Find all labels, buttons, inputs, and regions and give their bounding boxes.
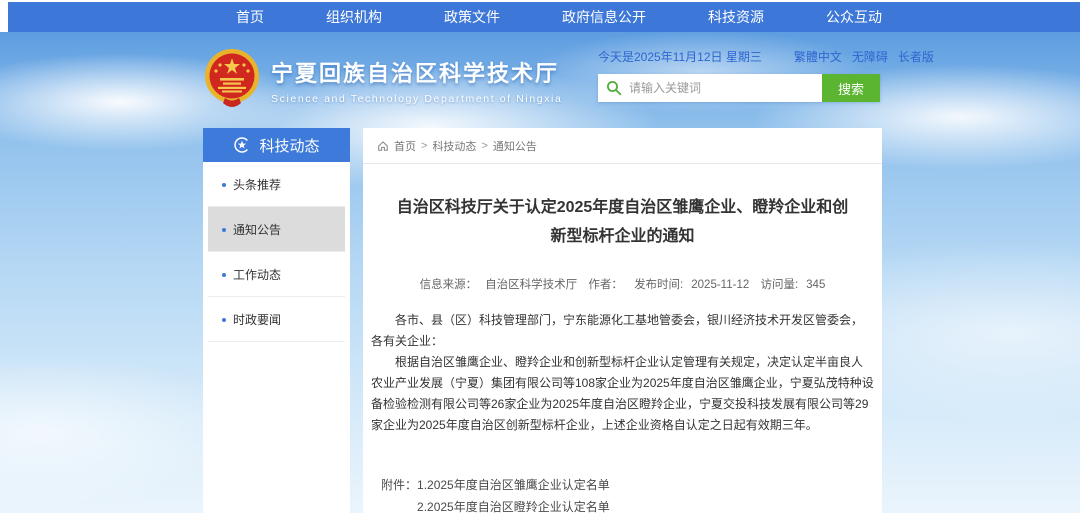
meta-views-label: 访问量: — [760, 279, 798, 291]
nav-item-sci-tech-resources[interactable]: 科技资源 — [708, 7, 764, 27]
top-navigation: 首页 组织机构 政策文件 政府信息公开 科技资源 公众互动 — [8, 2, 1080, 32]
article-panel: 首页 > 科技动态 > 通知公告 自治区科技厅关于认定2025年度自治区雏鹰企业… — [363, 128, 882, 513]
nav-item-gov-info-disclosure[interactable]: 政府信息公开 — [562, 7, 646, 27]
sidebar-title: 科技动态 — [259, 135, 319, 156]
bullet-dot-icon — [222, 228, 226, 232]
breadcrumb-home[interactable]: 首页 — [394, 138, 416, 154]
bullet-dot-icon — [222, 318, 226, 322]
link-elder-version[interactable]: 长者版 — [898, 48, 934, 65]
attachments-label: 附件： — [381, 474, 417, 513]
sidebar-item-label: 通知公告 — [233, 221, 281, 238]
circle-star-icon — [233, 136, 251, 154]
sidebar-item-headlines[interactable]: 头条推荐 — [208, 162, 345, 207]
breadcrumb: 首页 > 科技动态 > 通知公告 — [363, 128, 882, 164]
search-icon — [606, 80, 622, 96]
sidebar: 科技动态 头条推荐 通知公告 工作动态 时政要闻 — [203, 128, 350, 513]
attachments-list: 1.2025年度自治区雏鹰企业认定名单 2.2025年度自治区瞪羚企业认定名单 … — [417, 474, 646, 513]
article-paragraph: 各市、县（区）科技管理部门，宁东能源化工基地管委会，银川经济技术开发区管委会，各… — [371, 310, 874, 352]
breadcrumb-notices[interactable]: 通知公告 — [493, 138, 537, 154]
current-date: 今天是2025年11月12日 星期三 — [598, 48, 762, 65]
site-brand: 宁夏回族自治区科学技术厅 Science and Technology Depa… — [203, 48, 562, 112]
search-box — [598, 74, 822, 102]
brand-text: 宁夏回族自治区科学技术厅 Science and Technology Depa… — [271, 56, 562, 105]
meta-source-value: 自治区科学技术厅 — [485, 279, 577, 291]
sidebar-header: 科技动态 — [203, 128, 350, 162]
sidebar-item-political-news[interactable]: 时政要闻 — [208, 297, 345, 342]
national-emblem-logo — [203, 48, 261, 112]
link-accessibility[interactable]: 无障碍 — [852, 48, 888, 65]
breadcrumb-separator: > — [421, 140, 427, 152]
breadcrumb-sci-trends[interactable]: 科技动态 — [432, 138, 476, 154]
bullet-dot-icon — [222, 183, 226, 187]
meta-time-label: 发布时间: — [634, 279, 683, 291]
search-button[interactable]: 搜索 — [822, 74, 880, 102]
attachments-section: 附件： 1.2025年度自治区雏鹰企业认定名单 2.2025年度自治区瞪羚企业认… — [381, 474, 882, 513]
nav-item-policy-documents[interactable]: 政策文件 — [444, 7, 500, 27]
nav-item-public-interaction[interactable]: 公众互动 — [826, 7, 882, 27]
sidebar-item-work-trends[interactable]: 工作动态 — [208, 252, 345, 297]
bullet-dot-icon — [222, 273, 226, 277]
home-icon — [377, 140, 389, 152]
meta-author-label: 作者： — [588, 279, 623, 291]
site-title: 宁夏回族自治区科学技术厅 — [271, 56, 562, 88]
sidebar-item-label: 时政要闻 — [233, 311, 281, 328]
nav-item-organization[interactable]: 组织机构 — [326, 7, 382, 27]
meta-source-label: 信息来源： — [420, 279, 478, 291]
page-background: 宁夏回族自治区科学技术厅 Science and Technology Depa… — [0, 32, 1080, 513]
article-body: 各市、县（区）科技管理部门，宁东能源化工基地管委会，银川经济技术开发区管委会，各… — [371, 310, 874, 436]
nav-item-home[interactable]: 首页 — [236, 7, 264, 27]
content-area: 科技动态 头条推荐 通知公告 工作动态 时政要闻 — [203, 128, 1080, 513]
utility-links-row: 今天是2025年11月12日 星期三 繁體中文 无障碍 长者版 — [598, 48, 880, 65]
attachment-link-gazelle-list[interactable]: 2.2025年度自治区瞪羚企业认定名单 — [417, 496, 646, 513]
sidebar-item-notices[interactable]: 通知公告 — [208, 207, 345, 252]
sidebar-item-label: 头条推荐 — [233, 176, 281, 193]
article-title: 自治区科技厅关于认定2025年度自治区雏鹰企业、瞪羚企业和创新型标杆企业的通知 — [397, 194, 849, 252]
sidebar-item-label: 工作动态 — [233, 266, 281, 283]
article-paragraph: 根据自治区雏鹰企业、瞪羚企业和创新型标杆企业认定管理有关规定，决定认定半亩良人农… — [371, 352, 874, 436]
meta-views-value: 345 — [806, 279, 825, 291]
article-meta: 信息来源： 自治区科学技术厅 作者： 发布时间: 2025-11-12 访问量: 34… — [363, 276, 882, 292]
breadcrumb-separator: > — [481, 140, 487, 152]
link-traditional-chinese[interactable]: 繁體中文 — [794, 48, 842, 65]
attachment-link-eagle-list[interactable]: 1.2025年度自治区雏鹰企业认定名单 — [417, 474, 646, 496]
site-header: 宁夏回族自治区科学技术厅 Science and Technology Depa… — [0, 32, 1080, 112]
meta-time-value: 2025-11-12 — [691, 279, 749, 291]
search-bar: 搜索 — [598, 74, 880, 102]
search-input[interactable] — [629, 81, 822, 95]
header-utility: 今天是2025年11月12日 星期三 繁體中文 无障碍 长者版 搜索 — [598, 48, 880, 112]
site-subtitle: Science and Technology Department of Nin… — [271, 93, 562, 105]
